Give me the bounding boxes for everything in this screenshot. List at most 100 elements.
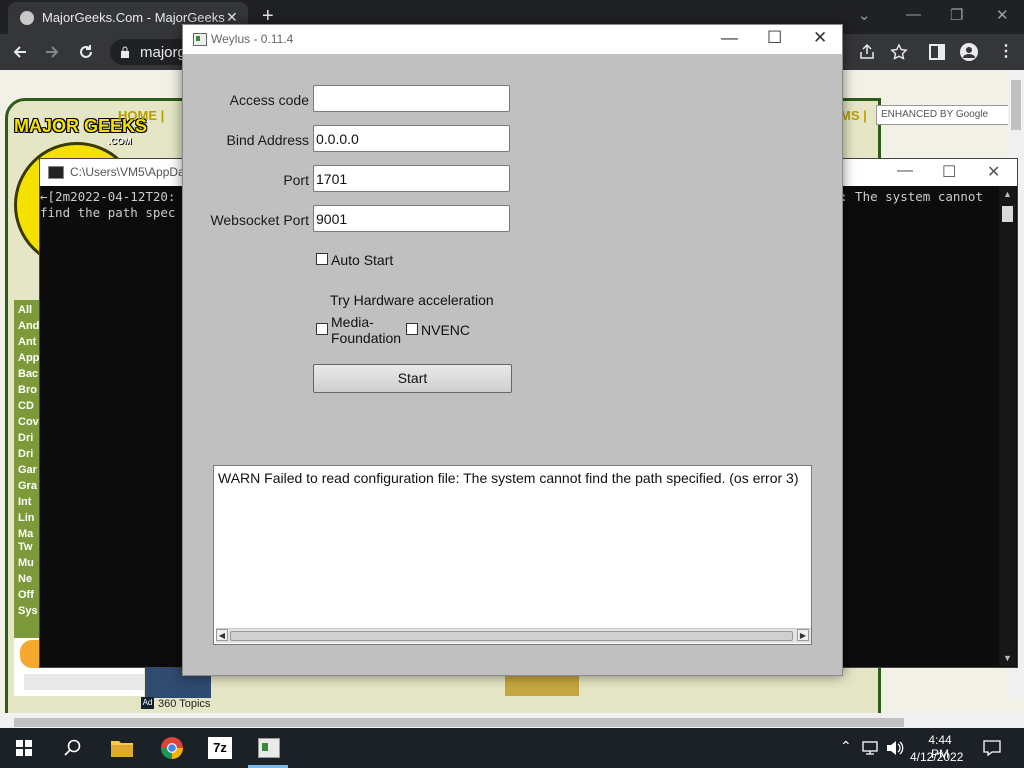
- console-line: find the path spec: [40, 205, 176, 220]
- back-arrow-icon[interactable]: [12, 44, 28, 60]
- nvenc-checkbox[interactable]: [406, 323, 418, 335]
- majorgeeks-favicon-icon: [20, 11, 34, 25]
- payment-cards-icon: [24, 674, 144, 690]
- category-item[interactable]: Bac: [18, 368, 38, 380]
- auto-start-checkbox[interactable]: [316, 253, 328, 265]
- 7zip-icon[interactable]: 7z: [208, 737, 232, 759]
- notifications-icon[interactable]: [983, 740, 1001, 756]
- start-button[interactable]: Start: [313, 364, 512, 393]
- console-app-icon: [48, 166, 64, 179]
- media-foundation-label-line2: Foundation: [331, 330, 402, 346]
- page-vertical-scroll-thumb[interactable]: [1011, 80, 1021, 130]
- category-item[interactable]: App: [18, 352, 39, 364]
- port-label: Port: [283, 172, 309, 188]
- ad-badge: Ad: [141, 697, 154, 709]
- auto-start-label: Auto Start: [331, 252, 394, 268]
- category-item[interactable]: Int: [18, 496, 31, 508]
- category-item[interactable]: Ant: [18, 336, 36, 348]
- category-item[interactable]: Tw: [18, 541, 32, 553]
- weylus-window[interactable]: Weylus - 0.11.4 — ☐ ✕ Access code Bind A…: [182, 24, 843, 676]
- forward-arrow-icon[interactable]: [44, 44, 60, 60]
- url-text: majorg: [140, 44, 186, 61]
- websocket-port-label: Websocket Port: [210, 212, 309, 228]
- category-item[interactable]: Cov: [18, 416, 39, 428]
- log-text: WARN Failed to read configuration file: …: [218, 470, 799, 486]
- google-search-label: ENHANCED BY Google: [881, 109, 989, 120]
- category-item[interactable]: Gra: [18, 480, 37, 492]
- hardware-acceleration-heading: Try Hardware acceleration: [330, 292, 494, 308]
- access-code-label: Access code: [229, 92, 309, 108]
- bookmark-star-icon[interactable]: [890, 43, 908, 61]
- side-panel-icon[interactable]: [929, 44, 945, 60]
- console-maximize-button[interactable]: ☐: [942, 162, 956, 182]
- log-scroll-thumb[interactable]: [230, 631, 793, 641]
- access-code-field[interactable]: [313, 85, 510, 112]
- volume-icon[interactable]: [886, 740, 904, 756]
- chrome-icon[interactable]: [161, 737, 183, 759]
- media-foundation-checkbox[interactable]: [316, 323, 328, 335]
- scroll-right-arrow-icon[interactable]: ▶: [797, 629, 809, 641]
- category-item[interactable]: All: [18, 304, 32, 316]
- tab-title: MajorGeeks.Com - MajorGeeks: [42, 10, 225, 25]
- category-item[interactable]: Ne: [18, 573, 32, 585]
- profile-avatar-icon[interactable]: [960, 43, 978, 61]
- file-explorer-icon[interactable]: [111, 738, 133, 757]
- log-output[interactable]: WARN Failed to read configuration file: …: [213, 465, 812, 645]
- windows-start-icon[interactable]: [16, 740, 32, 756]
- console-minimize-button[interactable]: —: [897, 162, 913, 180]
- reload-icon[interactable]: [78, 44, 94, 60]
- share-icon[interactable]: [858, 43, 876, 61]
- tab-search-chevron-icon[interactable]: ⌄: [858, 6, 871, 24]
- lock-icon: [121, 46, 129, 58]
- category-item[interactable]: Dri: [18, 448, 33, 460]
- console-output-left: ←[2m2022-04-12T20: find the path spec: [40, 189, 175, 221]
- site-logo-sub: .COM: [108, 136, 132, 146]
- browser-menu-kebab-icon[interactable]: ⋮: [998, 41, 1014, 61]
- weylus-minimize-button[interactable]: —: [721, 28, 738, 48]
- category-item[interactable]: Gar: [18, 464, 37, 476]
- tray-overflow-chevron-icon[interactable]: ⌃: [840, 738, 852, 755]
- category-list: All And Ant App Bac Bro CD Cov Dri Dri G…: [14, 300, 42, 640]
- category-item[interactable]: And: [18, 320, 39, 332]
- weylus-close-button[interactable]: ✕: [813, 28, 827, 48]
- weylus-titlebar[interactable]: Weylus - 0.11.4 — ☐ ✕: [183, 25, 842, 54]
- console-title: C:\Users\VM5\AppDa: [70, 165, 185, 179]
- category-item[interactable]: Bro: [18, 384, 37, 396]
- category-item[interactable]: Ma: [18, 528, 33, 540]
- console-scroll-down-icon[interactable]: ▼: [1003, 653, 1012, 663]
- weylus-app-icon: [193, 33, 207, 46]
- page-horizontal-scroll-thumb[interactable]: [14, 718, 904, 727]
- topics-count: 360 Topics: [158, 698, 211, 710]
- network-icon[interactable]: [862, 741, 880, 755]
- scroll-left-arrow-icon[interactable]: ◀: [216, 629, 228, 641]
- browser-minimize-button[interactable]: —: [906, 6, 921, 23]
- browser-restore-button[interactable]: ❐: [950, 6, 963, 24]
- websocket-port-field[interactable]: 9001: [313, 205, 510, 232]
- clock-date[interactable]: 4/12/2022: [910, 750, 963, 764]
- windows-taskbar: 7z ⌃ 4:44 PM 4/12/2022: [0, 728, 1024, 768]
- console-scroll-up-icon[interactable]: ▲: [1003, 189, 1012, 199]
- weylus-maximize-button[interactable]: ☐: [767, 28, 782, 48]
- log-horizontal-scrollbar[interactable]: ◀ ▶: [216, 628, 811, 643]
- google-search-box[interactable]: ENHANCED BY Google: [876, 105, 1012, 125]
- port-field[interactable]: 1701: [313, 165, 510, 192]
- category-item[interactable]: Lin: [18, 512, 35, 524]
- site-nav-ms-link[interactable]: MS |: [840, 108, 867, 123]
- category-item[interactable]: CD: [18, 400, 34, 412]
- nvenc-label: NVENC: [421, 322, 471, 338]
- search-icon[interactable]: [64, 739, 82, 757]
- category-item[interactable]: Dri: [18, 432, 33, 444]
- category-item[interactable]: Mu: [18, 557, 34, 569]
- console-close-button[interactable]: ✕: [987, 162, 1000, 182]
- console-scrollbar[interactable]: [999, 186, 1016, 666]
- address-bar[interactable]: majorg: [110, 39, 186, 65]
- console-scroll-thumb[interactable]: [1002, 206, 1013, 222]
- weylus-taskbar-icon[interactable]: [258, 738, 280, 758]
- bind-address-field[interactable]: 0.0.0.0: [313, 125, 510, 152]
- browser-close-button[interactable]: ✕: [996, 6, 1009, 24]
- category-item[interactable]: Off: [18, 589, 34, 601]
- weylus-title: Weylus - 0.11.4: [211, 32, 294, 46]
- category-item[interactable]: Sys: [18, 605, 38, 617]
- site-nav-home-link[interactable]: HOME |: [118, 108, 164, 123]
- media-foundation-label-line1: Media-: [331, 314, 374, 330]
